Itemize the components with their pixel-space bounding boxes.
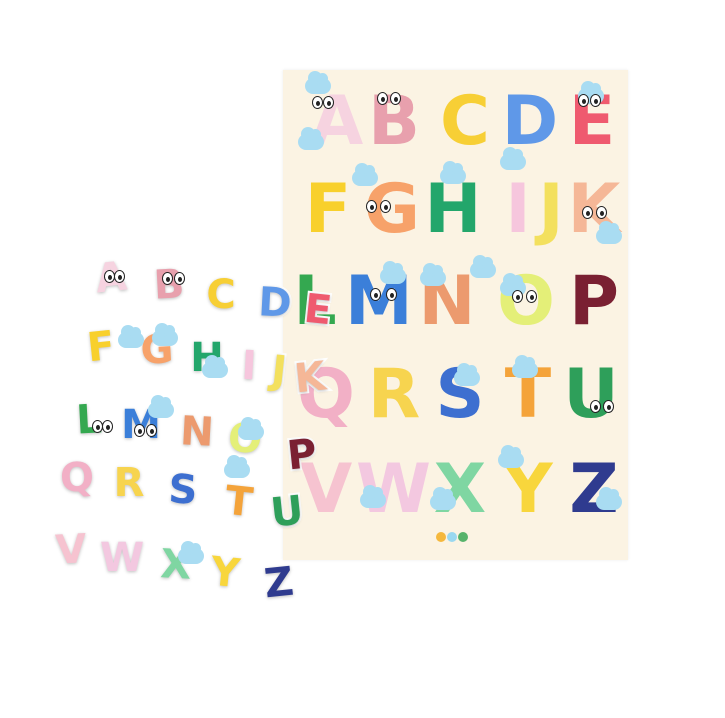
eye-decoration xyxy=(377,92,388,105)
eye-decoration xyxy=(174,272,185,285)
eye-decoration xyxy=(512,290,523,303)
eye-decoration xyxy=(323,96,334,109)
sticker-letter-s[interactable]: S xyxy=(161,464,205,515)
eye-decoration xyxy=(582,206,593,219)
poster-letter-f: F xyxy=(304,170,352,249)
sticker-letter-u[interactable]: U xyxy=(264,485,310,538)
cloud-decoration xyxy=(500,147,526,170)
cloud-decoration xyxy=(148,395,174,418)
sticker-letter-z[interactable]: Z xyxy=(256,557,302,610)
cloud-decoration xyxy=(430,487,456,510)
sticker-letter-e[interactable]: E xyxy=(295,284,341,337)
poster-letter-r: R xyxy=(367,355,421,434)
eye-decoration xyxy=(390,92,401,105)
cloud-decoration xyxy=(454,363,480,386)
cloud-decoration xyxy=(512,355,538,378)
sticker-letter-t[interactable]: T xyxy=(216,476,262,529)
cloud-decoration xyxy=(178,541,204,564)
cloud-decoration xyxy=(352,163,378,186)
sticker-letter-y[interactable]: Y xyxy=(202,547,248,600)
eye-decoration xyxy=(380,200,391,213)
sticker-letter-q[interactable]: Q xyxy=(55,452,99,504)
sticker-letter-c[interactable]: C xyxy=(200,273,242,317)
eye-decoration xyxy=(370,288,381,301)
sticker-letter-p[interactable]: P xyxy=(279,429,325,482)
sticker-letter-b[interactable]: B xyxy=(147,259,191,311)
eye-decoration xyxy=(114,270,125,283)
eye-decoration xyxy=(578,94,589,107)
cloud-decoration xyxy=(202,355,228,378)
logo-dot xyxy=(447,532,457,542)
cloud-decoration xyxy=(224,455,250,478)
logo-dot xyxy=(436,532,446,542)
sticker-letter-k[interactable]: K xyxy=(287,352,333,405)
poster-letter-d: D xyxy=(501,82,559,161)
cloud-decoration xyxy=(596,487,622,510)
eye-decoration xyxy=(603,400,614,413)
sticker-letter-w[interactable]: W xyxy=(98,536,146,580)
eye-decoration xyxy=(526,290,537,303)
sticker-letter-n[interactable]: N xyxy=(175,406,219,458)
cloud-decoration xyxy=(238,417,264,440)
poster-letter-h: H xyxy=(424,170,482,249)
poster-letter-p: P xyxy=(569,262,619,341)
eye-decoration xyxy=(146,424,157,437)
eye-decoration xyxy=(590,400,601,413)
eye-decoration xyxy=(102,420,113,433)
cloud-decoration xyxy=(596,221,622,244)
sticker-letter-r[interactable]: R xyxy=(108,461,150,505)
eye-decoration xyxy=(386,288,397,301)
cloud-decoration xyxy=(420,263,446,286)
eye-decoration xyxy=(590,94,601,107)
eye-decoration xyxy=(596,206,607,219)
eye-decoration xyxy=(366,200,377,213)
cloud-decoration xyxy=(498,445,524,468)
cloud-decoration xyxy=(440,161,466,184)
eye-decoration xyxy=(162,272,173,285)
eye-decoration xyxy=(312,96,323,109)
cloud-decoration xyxy=(305,71,331,94)
cloud-decoration xyxy=(118,325,144,348)
cloud-decoration xyxy=(298,127,324,150)
cloud-decoration xyxy=(152,323,178,346)
cloud-decoration xyxy=(360,485,386,508)
poster-letter-c: C xyxy=(440,82,490,161)
sticker-letter-d[interactable]: D xyxy=(253,277,297,329)
eye-decoration xyxy=(134,424,145,437)
cloud-decoration xyxy=(470,255,496,278)
cloud-decoration xyxy=(380,261,406,284)
poster-letter-u: U xyxy=(563,355,619,434)
sticker-letter-f[interactable]: F xyxy=(78,321,124,374)
sticker-letter-v[interactable]: V xyxy=(49,524,93,576)
logo-dot xyxy=(458,532,468,542)
